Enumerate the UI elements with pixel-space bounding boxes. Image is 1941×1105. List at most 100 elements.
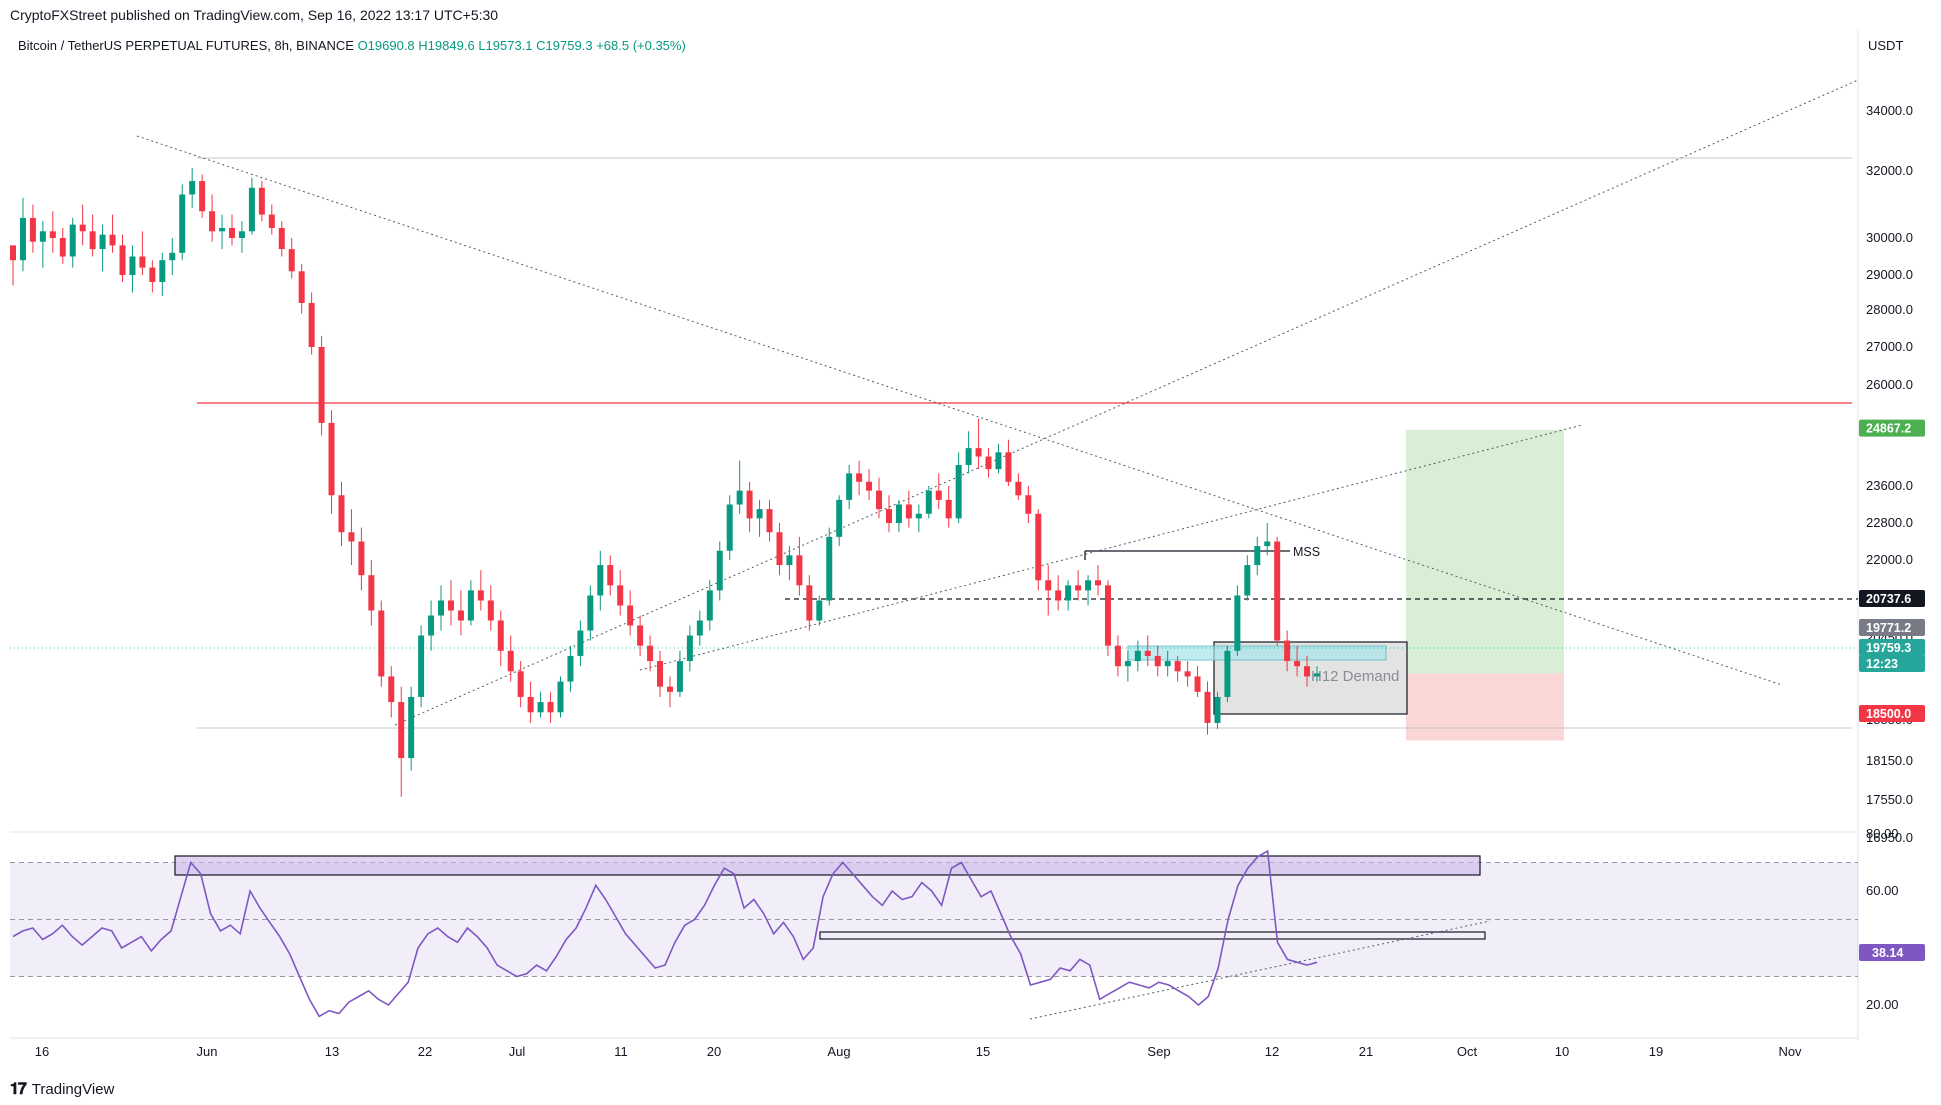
price-tick-label: 18150.0 [1866,753,1913,768]
candle-body [975,448,982,457]
candle [79,204,86,246]
candle [637,615,644,656]
candle [199,174,206,218]
candle-body [876,490,883,510]
candle [497,610,504,667]
candle [268,204,275,235]
time-tick-label: Nov [1778,1044,1802,1059]
candle [228,214,235,246]
candle-body [1214,696,1221,723]
candle [696,610,703,646]
candle [99,224,106,272]
price-tag-text: 12:23 [1866,657,1898,671]
candle [1104,580,1111,656]
candle-body [1204,691,1211,723]
candle-body [328,422,335,496]
candle-body [935,490,942,500]
candle-body [507,650,514,672]
candle-body [358,541,365,576]
candle-body [1264,541,1271,547]
candle-body [1194,676,1201,692]
candle-body [816,600,823,621]
candle [995,443,1002,474]
candle [965,431,972,474]
candle-body [537,702,544,713]
candle-body [1104,585,1111,646]
price-tag-text: 24867.2 [1866,422,1911,436]
candle [328,410,335,514]
candle [657,650,664,697]
price-chart[interactable]: MSSH12 Demand 80.0060.0020.0038.14 34000… [0,0,1941,1075]
candle-body [298,271,305,303]
candle [1075,570,1082,601]
price-tag-text: 18500.0 [1866,707,1911,721]
candle-body [696,620,703,636]
candle-body [29,217,36,242]
candle [666,676,673,708]
candle [278,221,285,257]
candle-body [587,595,594,631]
candle-body [1055,590,1062,601]
candle-body [567,655,574,682]
candle [428,600,435,651]
candle-body [238,231,245,238]
candle-body [736,490,743,505]
candle-body [169,252,176,261]
candle-body [1274,541,1281,641]
time-tick-label: 19 [1649,1044,1663,1059]
candle-body [557,681,564,713]
rsi-value-tag: 38.14 [1859,944,1925,961]
candle-body [1124,661,1131,667]
candle-body [1045,580,1052,591]
candle-body [1154,655,1161,667]
rsi-tick-label: 60.00 [1866,883,1899,898]
mss-label: MSS [1293,545,1320,559]
candle [706,580,713,631]
rsi-tick-label: 20.00 [1866,997,1899,1012]
candle [1214,691,1221,729]
candle-body [428,615,435,636]
candle-body [1294,661,1301,667]
candle [836,495,843,547]
candle [617,570,624,616]
candle-body [965,448,972,465]
candle [308,292,315,355]
price-tick-label: 29000.0 [1866,267,1913,282]
candle-body [1085,580,1092,591]
candle [935,473,942,510]
candle [398,686,405,797]
candle-body [348,532,355,542]
candle [1114,635,1121,677]
candle-body [955,464,962,519]
candle [1194,666,1201,697]
candle-body [408,696,415,759]
price-tick-label: 32000.0 [1866,163,1913,178]
candle-body [806,585,813,621]
candle-body [846,473,853,500]
candle-body [617,585,624,606]
candle-body [527,696,534,713]
candle-body [278,227,285,250]
candle-body [1114,645,1121,667]
candle [298,263,305,314]
candle-body [189,181,196,195]
price-tick-label: 26000.0 [1866,377,1913,392]
candle [746,481,753,533]
candle [59,227,66,264]
candle-body [457,610,464,621]
rsi-overbought-box [174,855,1481,876]
price-tick-label: 22800.0 [1866,515,1913,530]
price-tick-label: 17550.0 [1866,792,1913,807]
price-tag-text: 19771.2 [1866,621,1911,635]
candle [10,245,16,286]
candle [885,495,892,533]
candle [119,234,126,282]
candle [438,585,445,631]
candle [248,177,255,235]
time-tick-label: 16 [35,1044,49,1059]
candle-body [836,499,843,537]
candle [1055,575,1062,611]
candle [925,486,932,519]
candle-body [647,645,654,662]
candle-body [109,234,116,246]
